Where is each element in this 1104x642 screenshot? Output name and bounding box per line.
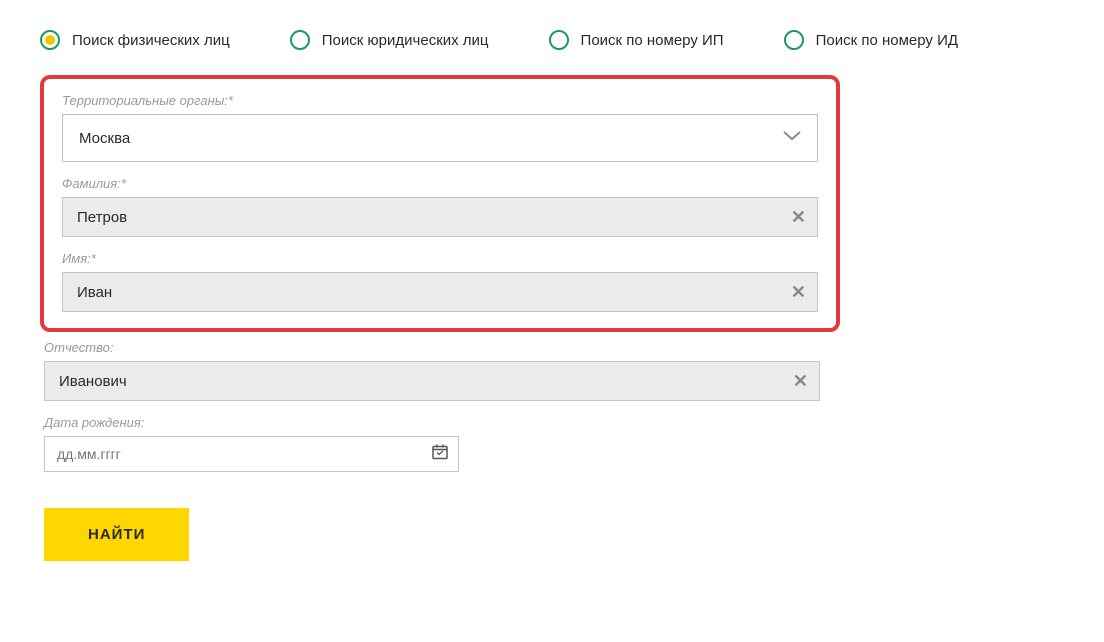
radio-label: Поиск юридических лиц xyxy=(322,32,489,49)
lastname-group: Фамилия:* ✕ xyxy=(62,176,818,237)
radio-icon xyxy=(784,30,804,50)
territory-value: Москва xyxy=(62,114,818,162)
patronymic-group: Отчество: ✕ xyxy=(44,340,840,401)
patronymic-input[interactable] xyxy=(44,361,820,401)
search-type-radio-group: Поиск физических лиц Поиск юридических л… xyxy=(40,30,1064,50)
patronymic-label: Отчество: xyxy=(44,340,840,355)
clear-icon[interactable]: ✕ xyxy=(791,283,806,301)
calendar-icon[interactable] xyxy=(431,443,449,466)
birthdate-group: Дата рождения: xyxy=(44,415,840,472)
lastname-label: Фамилия:* xyxy=(62,176,818,191)
radio-legal-entities[interactable]: Поиск юридических лиц xyxy=(290,30,489,50)
lastname-input[interactable] xyxy=(62,197,818,237)
territory-label: Территориальные органы:* xyxy=(62,93,818,108)
radio-label: Поиск физических лиц xyxy=(72,32,230,49)
radio-icon xyxy=(549,30,569,50)
birthdate-input[interactable] xyxy=(44,436,459,472)
radio-label: Поиск по номеру ИП xyxy=(581,32,724,49)
radio-icon xyxy=(290,30,310,50)
clear-icon[interactable]: ✕ xyxy=(793,372,808,390)
territory-select[interactable]: Москва xyxy=(62,114,818,162)
firstname-group: Имя:* ✕ xyxy=(62,251,818,312)
territory-group: Территориальные органы:* Москва xyxy=(62,93,818,162)
search-button[interactable]: НАЙТИ xyxy=(44,508,189,561)
radio-id-number[interactable]: Поиск по номеру ИД xyxy=(784,30,958,50)
highlighted-area: Территориальные органы:* Москва Фамилия:… xyxy=(40,75,840,332)
firstname-label: Имя:* xyxy=(62,251,818,266)
radio-label: Поиск по номеру ИД xyxy=(816,32,958,49)
radio-individuals[interactable]: Поиск физических лиц xyxy=(40,30,230,50)
firstname-input[interactable] xyxy=(62,272,818,312)
radio-ip-number[interactable]: Поиск по номеру ИП xyxy=(549,30,724,50)
clear-icon[interactable]: ✕ xyxy=(791,208,806,226)
outer-fields: Отчество: ✕ Дата рождения: НАЙТИ xyxy=(40,340,840,561)
radio-icon xyxy=(40,30,60,50)
birthdate-label: Дата рождения: xyxy=(44,415,840,430)
